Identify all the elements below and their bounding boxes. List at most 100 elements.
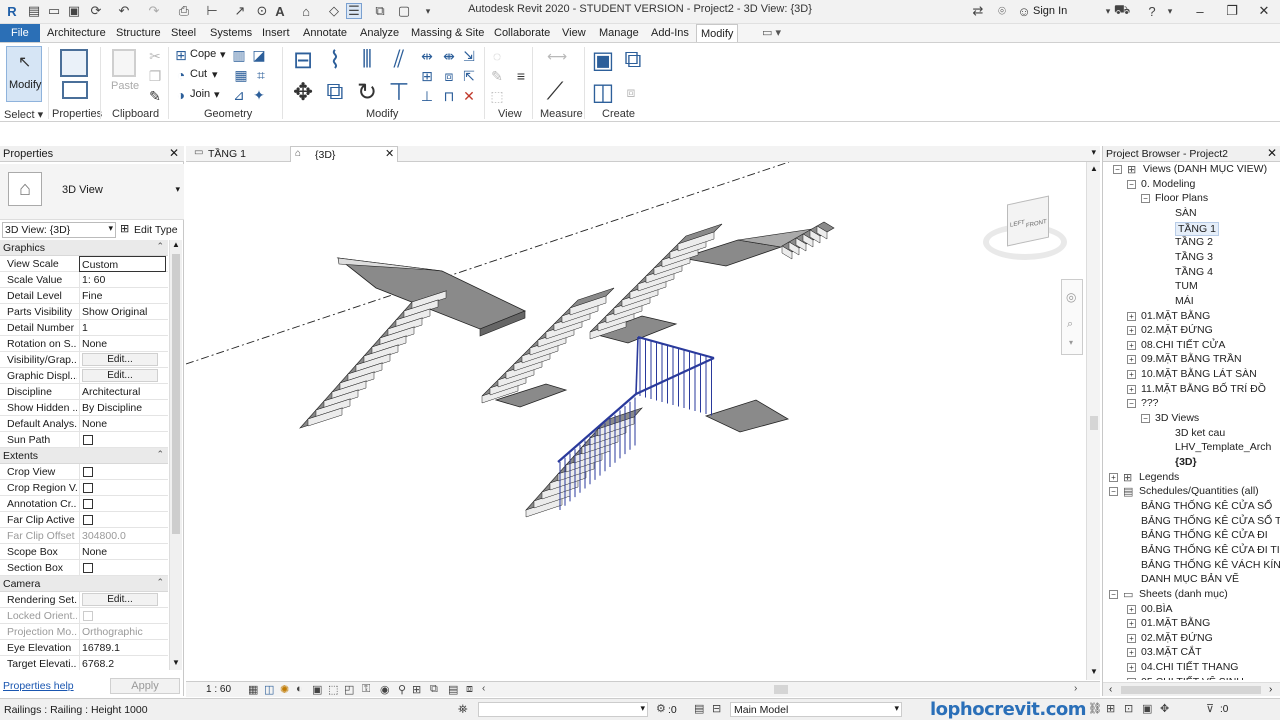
- browser-h-thumb[interactable]: [1121, 686, 1261, 694]
- browser-node[interactable]: DANH MỤC BẢN VẼ: [1141, 573, 1239, 585]
- browser-node[interactable]: TẦNG 4: [1175, 266, 1213, 278]
- temp-hide-icon[interactable]: ◉: [380, 683, 390, 696]
- view-instance-select[interactable]: 3D View: {3D} ▾: [2, 222, 116, 238]
- expand-icon[interactable]: +: [1127, 648, 1136, 658]
- collapse-icon[interactable]: −: [1141, 414, 1150, 424]
- expand-icon[interactable]: +: [1127, 340, 1136, 350]
- select-by-face-icon[interactable]: ▣: [1142, 702, 1152, 715]
- property-value[interactable]: Custom: [79, 256, 166, 272]
- collapse-icon[interactable]: −: [1141, 194, 1150, 204]
- property-checkbox-cell[interactable]: [79, 496, 166, 512]
- property-checkbox[interactable]: [83, 563, 93, 573]
- property-edit-cell[interactable]: Edit...: [79, 368, 166, 384]
- measure-between-icon[interactable]: ⟷: [540, 47, 574, 65]
- expand-icon[interactable]: +: [1127, 663, 1136, 673]
- group-graphics[interactable]: Graphics ⌃: [0, 240, 168, 256]
- canvas-scroll-thumb[interactable]: [1090, 416, 1098, 430]
- property-row[interactable]: Rotation on S... None: [0, 336, 168, 352]
- visual-style-icon[interactable]: ◫: [264, 683, 274, 696]
- property-row[interactable]: Visibility/Grap... Edit...: [0, 352, 168, 368]
- property-checkbox[interactable]: [83, 611, 93, 621]
- tab-file[interactable]: File: [0, 24, 40, 42]
- property-checkbox-cell[interactable]: [79, 464, 166, 480]
- properties-scroll-down-icon[interactable]: ▼: [172, 658, 180, 667]
- worksets-icon[interactable]: ▤: [448, 683, 458, 696]
- property-checkbox[interactable]: [83, 467, 93, 477]
- property-value[interactable]: 1: 60: [79, 272, 166, 288]
- property-row[interactable]: Parts Visibility Show Original: [0, 304, 168, 320]
- split-face-icon[interactable]: ◪: [250, 46, 268, 64]
- tab-structure[interactable]: Structure: [112, 24, 165, 42]
- offset-icon[interactable]: ⌇: [320, 45, 350, 75]
- tab-architecture[interactable]: Architecture: [43, 24, 110, 42]
- browser-node[interactable]: 01.MẶT BẰNG: [1141, 617, 1210, 629]
- create-parts-icon[interactable]: ⧉: [618, 45, 648, 75]
- render-icon[interactable]: ▣: [312, 683, 322, 696]
- collapse-extents-icon[interactable]: ⌃: [156, 449, 164, 460]
- property-row[interactable]: Projection Mo... Orthographic: [0, 624, 168, 640]
- property-value[interactable]: By Discipline: [79, 400, 166, 416]
- reveal-hidden-icon[interactable]: ⚲: [398, 683, 406, 696]
- browser-node[interactable]: 02.MẶT ĐỨNG: [1141, 324, 1213, 336]
- property-value[interactable]: None: [79, 416, 166, 432]
- tab-annotate[interactable]: Annotate: [299, 24, 351, 42]
- property-row[interactable]: Default Analys... None: [0, 416, 168, 432]
- browser-node[interactable]: 0. Modeling: [1141, 178, 1195, 190]
- browser-node[interactable]: BẢNG THỐNG KÊ CỬA ĐI TI: [1141, 544, 1280, 556]
- worksharing-icon[interactable]: ⛯: [458, 702, 468, 717]
- browser-node[interactable]: SÀN: [1175, 207, 1197, 219]
- property-row[interactable]: Eye Elevation 16789.1: [0, 640, 168, 656]
- linework-icon[interactable]: ≡: [512, 67, 530, 85]
- expand-icon[interactable]: +: [1109, 472, 1118, 482]
- property-edit-button[interactable]: Edit...: [82, 353, 158, 366]
- cut-geometry-icon[interactable]: ◔: [172, 66, 190, 84]
- join-dropdown-icon[interactable]: ▾: [214, 88, 220, 101]
- 3d-model-view[interactable]: [185, 161, 1086, 680]
- viewcube-front-face[interactable]: FRONT: [1026, 219, 1047, 229]
- browser-node[interactable]: TUM: [1175, 280, 1198, 292]
- browser-node[interactable]: BẢNG THỐNG KÊ CỬA SỔ: [1141, 500, 1272, 512]
- property-checkbox[interactable]: [83, 483, 93, 493]
- detail-level-icon[interactable]: ▦: [248, 683, 258, 696]
- scale-icon[interactable]: ⧈: [440, 67, 458, 85]
- cut-dropdown-icon[interactable]: ▾: [212, 68, 218, 81]
- expand-icon[interactable]: +: [1127, 370, 1136, 380]
- move-icon[interactable]: ✥: [288, 77, 318, 107]
- crop-region-icon[interactable]: ◰: [344, 683, 354, 696]
- property-row[interactable]: Discipline Architectural: [0, 384, 168, 400]
- minimize-icon[interactable]: –: [1184, 0, 1216, 22]
- sign-in-link[interactable]: Sign In: [1033, 5, 1067, 17]
- property-checkbox[interactable]: [83, 435, 93, 445]
- collapse-icon[interactable]: −: [1109, 589, 1118, 599]
- property-checkbox-cell[interactable]: [79, 608, 166, 624]
- binoculars-icon[interactable]: ⌾: [994, 3, 1010, 19]
- property-row[interactable]: Sun Path: [0, 432, 168, 448]
- panel-select[interactable]: Select ▾: [4, 108, 43, 121]
- property-row[interactable]: Scale Value 1: 60: [0, 272, 168, 288]
- viewcube-left-face[interactable]: LEFT: [1010, 220, 1025, 229]
- tab-add-ins[interactable]: Add-Ins: [647, 24, 693, 42]
- tab-massing-site[interactable]: Massing & Site: [407, 24, 488, 42]
- browser-node[interactable]: BẢNG THỐNG KÊ CỬA ĐI: [1141, 529, 1268, 541]
- browser-node[interactable]: TẦNG 1: [1175, 221, 1219, 236]
- browser-node[interactable]: LHV_Template_Arch: [1175, 441, 1271, 453]
- browser-node[interactable]: BẢNG THỐNG KÊ CỬA SỔ T: [1141, 515, 1280, 527]
- nav-dropdown-icon[interactable]: ▾: [1069, 338, 1073, 347]
- expand-icon[interactable]: +: [1127, 633, 1136, 643]
- design-option-select[interactable]: Main Model ▾: [730, 702, 902, 717]
- browser-node[interactable]: 05.CHI TIẾT VỆ SINH: [1141, 676, 1244, 680]
- trim-single-icon[interactable]: ⊓: [440, 87, 458, 105]
- steering-wheel-icon[interactable]: ◎: [1066, 290, 1076, 304]
- properties-close-icon[interactable]: ✕: [169, 146, 179, 160]
- property-row[interactable]: Far Clip Active: [0, 512, 168, 528]
- cut-label[interactable]: Cut: [190, 68, 207, 80]
- property-edit-button[interactable]: Edit...: [82, 593, 158, 606]
- tab-view[interactable]: View: [558, 24, 590, 42]
- browser-node[interactable]: Views (DANH MỤC VIEW): [1143, 163, 1267, 175]
- split-icon[interactable]: ⇹: [418, 47, 436, 65]
- filter-icon[interactable]: ⊽: [1206, 702, 1214, 715]
- expand-icon[interactable]: +: [1127, 677, 1136, 680]
- expand-icon[interactable]: +: [1127, 384, 1136, 394]
- property-row[interactable]: View Scale Custom: [0, 256, 168, 272]
- property-row[interactable]: Rendering Set... Edit...: [0, 592, 168, 608]
